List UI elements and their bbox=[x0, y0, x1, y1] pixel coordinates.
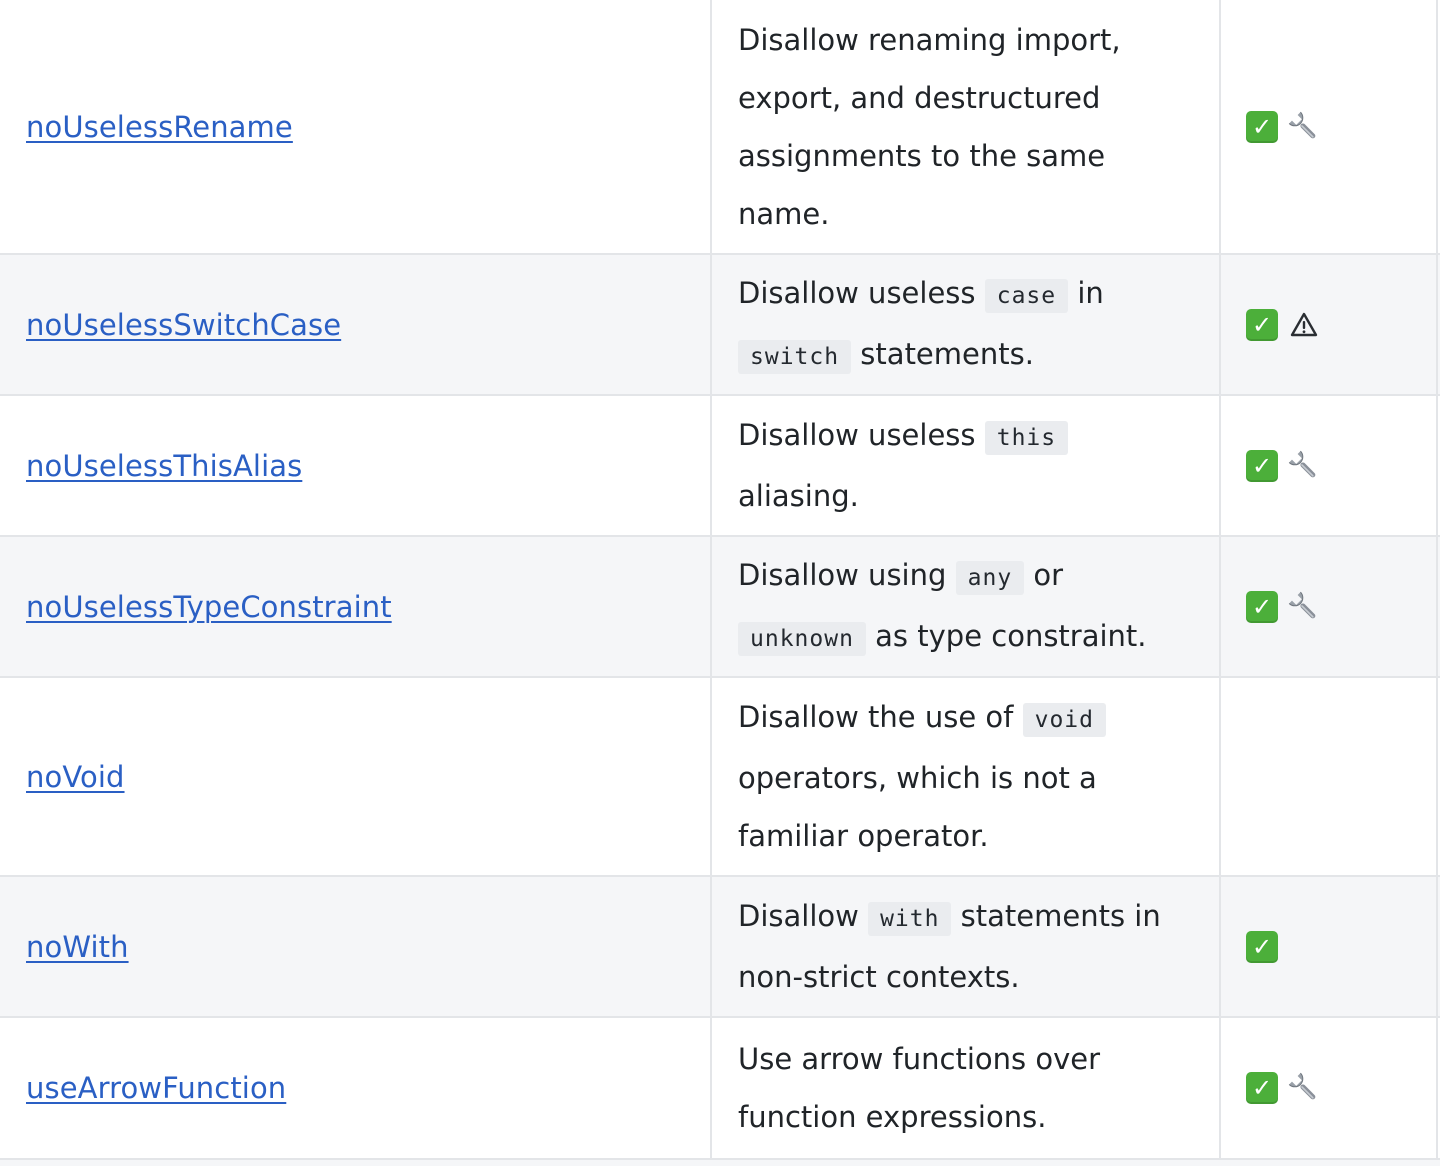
inline-code: unknown bbox=[738, 621, 866, 656]
rule-description-cell: Disallow with statements in non-strict c… bbox=[738, 877, 1198, 1016]
column-divider bbox=[1436, 877, 1438, 1016]
description-text: as type constraint. bbox=[865, 618, 1147, 653]
rule-description: Disallow with statements in non-strict c… bbox=[738, 887, 1198, 1006]
check-icon: ✓ bbox=[1246, 1072, 1278, 1104]
inline-code: void bbox=[1022, 703, 1106, 737]
rule-properties-cell: ✓ bbox=[1246, 255, 1322, 394]
rule-properties-cell: ✓ bbox=[1246, 396, 1322, 535]
wrench-icon bbox=[1286, 448, 1322, 484]
column-divider bbox=[1436, 0, 1438, 253]
rule-link[interactable]: noWith bbox=[26, 930, 129, 964]
rule-name-cell: noUselessThisAlias bbox=[26, 396, 302, 535]
column-divider bbox=[1436, 1018, 1438, 1158]
rules-table: noUselessRename Disallow renaming import,… bbox=[0, 0, 1440, 1160]
rule-description: Use arrow functions over function expres… bbox=[738, 1030, 1198, 1146]
column-divider bbox=[710, 877, 712, 1016]
column-divider bbox=[1219, 678, 1221, 875]
rule-name-cell: noUselessRename bbox=[26, 0, 293, 253]
rule-name-cell: useArrowFunction bbox=[26, 1018, 286, 1158]
rule-description: Disallow using any or unknown as type co… bbox=[738, 546, 1198, 668]
check-icon: ✓ bbox=[1246, 930, 1278, 963]
inline-code: with bbox=[868, 902, 952, 936]
rule-link[interactable]: noUselessThisAlias bbox=[26, 449, 302, 483]
description-text: Disallow bbox=[738, 899, 869, 933]
table-row: noUselessThisAlias Disallow useless this … bbox=[0, 396, 1440, 537]
column-divider bbox=[1219, 0, 1221, 253]
description-text: in bbox=[1068, 275, 1104, 310]
column-divider bbox=[1436, 255, 1438, 394]
rule-description-cell: Disallow renaming import, export, and de… bbox=[738, 0, 1198, 253]
column-divider bbox=[1436, 678, 1438, 875]
rule-name-cell: noVoid bbox=[26, 678, 125, 875]
column-divider bbox=[1219, 255, 1221, 394]
rule-description-cell: Disallow useless this aliasing. bbox=[738, 396, 1198, 535]
description-text: or bbox=[1024, 557, 1064, 592]
rule-description-cell: Use arrow functions over function expres… bbox=[738, 1018, 1198, 1158]
column-divider bbox=[1436, 396, 1438, 535]
rule-link[interactable]: noUselessTypeConstraint bbox=[26, 590, 392, 624]
inline-code: this bbox=[984, 421, 1069, 455]
rule-description-cell: Disallow the use of void operators, whic… bbox=[738, 678, 1198, 875]
column-divider bbox=[1219, 1018, 1221, 1158]
rule-name-cell: noWith bbox=[26, 877, 129, 1016]
description-text: Disallow useless bbox=[738, 275, 985, 310]
description-text: operators, which is not a familiar opera… bbox=[738, 761, 1097, 853]
description-text: Use arrow functions over function expres… bbox=[738, 1042, 1101, 1134]
inline-code: switch bbox=[738, 339, 852, 374]
column-divider bbox=[710, 1018, 712, 1158]
check-icon: ✓ bbox=[1246, 590, 1278, 623]
rule-properties-cell: ✓ bbox=[1246, 537, 1322, 676]
rule-link[interactable]: noUselessSwitchCase bbox=[26, 308, 341, 342]
rule-properties-cell: ✓ bbox=[1246, 1018, 1322, 1158]
description-text: Disallow using bbox=[738, 557, 956, 592]
description-text: Disallow the use of bbox=[738, 700, 1023, 734]
check-icon: ✓ bbox=[1246, 449, 1278, 482]
table-row: noUselessRename Disallow renaming import,… bbox=[0, 0, 1440, 255]
rule-link[interactable]: noUselessRename bbox=[26, 110, 293, 144]
table-row: noWith Disallow with statements in non-st… bbox=[0, 877, 1440, 1018]
rule-description-cell: Disallow using any or unknown as type co… bbox=[738, 537, 1198, 676]
column-divider bbox=[710, 255, 712, 394]
column-divider bbox=[710, 678, 712, 875]
rule-description: Disallow renaming import, export, and de… bbox=[738, 11, 1198, 243]
rule-name-cell: noUselessTypeConstraint bbox=[26, 537, 392, 676]
column-divider bbox=[710, 0, 712, 253]
description-text: Disallow renaming import, export, and de… bbox=[738, 22, 1121, 231]
inline-code: any bbox=[955, 560, 1025, 595]
column-divider bbox=[1219, 396, 1221, 535]
description-text: aliasing. bbox=[738, 479, 859, 513]
check-icon: ✓ bbox=[1246, 110, 1278, 143]
check-icon: ✓ bbox=[1246, 308, 1278, 341]
description-text: statements. bbox=[851, 336, 1034, 371]
column-divider bbox=[1219, 877, 1221, 1016]
inline-code: case bbox=[984, 278, 1069, 313]
table-row: useArrowFunction Use arrow functions over… bbox=[0, 1018, 1440, 1160]
rule-description: Disallow useless case in switch statemen… bbox=[738, 264, 1198, 386]
wrench-icon bbox=[1286, 109, 1322, 145]
rule-description: Disallow useless this aliasing. bbox=[738, 406, 1198, 525]
column-divider bbox=[1219, 537, 1221, 676]
table-row: noUselessSwitchCase Disallow useless case… bbox=[0, 255, 1440, 396]
rule-properties-cell: ✓ bbox=[1246, 0, 1322, 253]
wrench-icon bbox=[1286, 1070, 1322, 1106]
warning-icon bbox=[1286, 307, 1322, 343]
table-row: noUselessTypeConstraint Disallow using an… bbox=[0, 537, 1440, 678]
wrench-icon bbox=[1286, 589, 1322, 625]
next-row-partial bbox=[0, 1160, 1440, 1166]
rule-link[interactable]: noVoid bbox=[26, 760, 125, 794]
rule-link[interactable]: useArrowFunction bbox=[26, 1071, 286, 1105]
rule-name-cell: noUselessSwitchCase bbox=[26, 255, 341, 394]
rule-properties-cell: ✓ bbox=[1246, 877, 1278, 1016]
description-text: Disallow useless bbox=[738, 418, 985, 452]
column-divider bbox=[1436, 537, 1438, 676]
column-divider bbox=[710, 396, 712, 535]
rule-description-cell: Disallow useless case in switch statemen… bbox=[738, 255, 1198, 394]
table-row: noVoid Disallow the use of void operators… bbox=[0, 678, 1440, 877]
rule-description: Disallow the use of void operators, whic… bbox=[738, 688, 1198, 865]
column-divider bbox=[710, 537, 712, 676]
